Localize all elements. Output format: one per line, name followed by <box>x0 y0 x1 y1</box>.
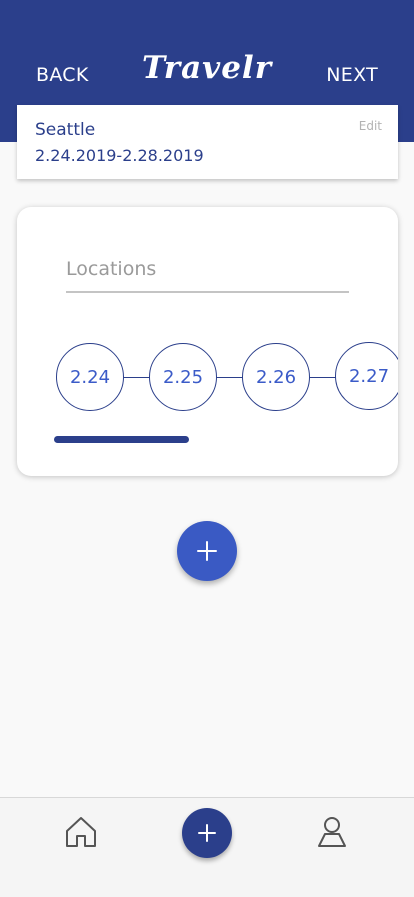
scroll-progress-bar <box>54 436 189 443</box>
next-button[interactable]: NEXT <box>326 62 378 88</box>
add-location-button[interactable] <box>177 521 237 581</box>
day-button[interactable]: 2.27 <box>335 342 398 410</box>
day-button[interactable]: 2.26 <box>242 343 310 411</box>
user-icon[interactable] <box>315 815 349 849</box>
locations-input[interactable] <box>66 247 349 293</box>
edit-trip-link[interactable]: Edit <box>359 119 382 133</box>
plus-icon <box>197 541 217 561</box>
day-button[interactable]: 2.25 <box>149 343 217 411</box>
trip-summary-card: Seattle 2.24.2019-2.28.2019 Edit <box>17 105 398 179</box>
home-icon[interactable] <box>64 815 98 849</box>
locations-card: 2.24 2.25 2.26 2.27 <box>17 207 398 476</box>
day-button[interactable]: 2.24 <box>56 343 124 411</box>
bottom-tab-bar <box>0 797 414 897</box>
trip-dates: 2.24.2019-2.28.2019 <box>35 146 204 165</box>
tab-add-button[interactable] <box>182 808 232 858</box>
plus-icon <box>198 824 216 842</box>
trip-city: Seattle <box>35 120 96 140</box>
